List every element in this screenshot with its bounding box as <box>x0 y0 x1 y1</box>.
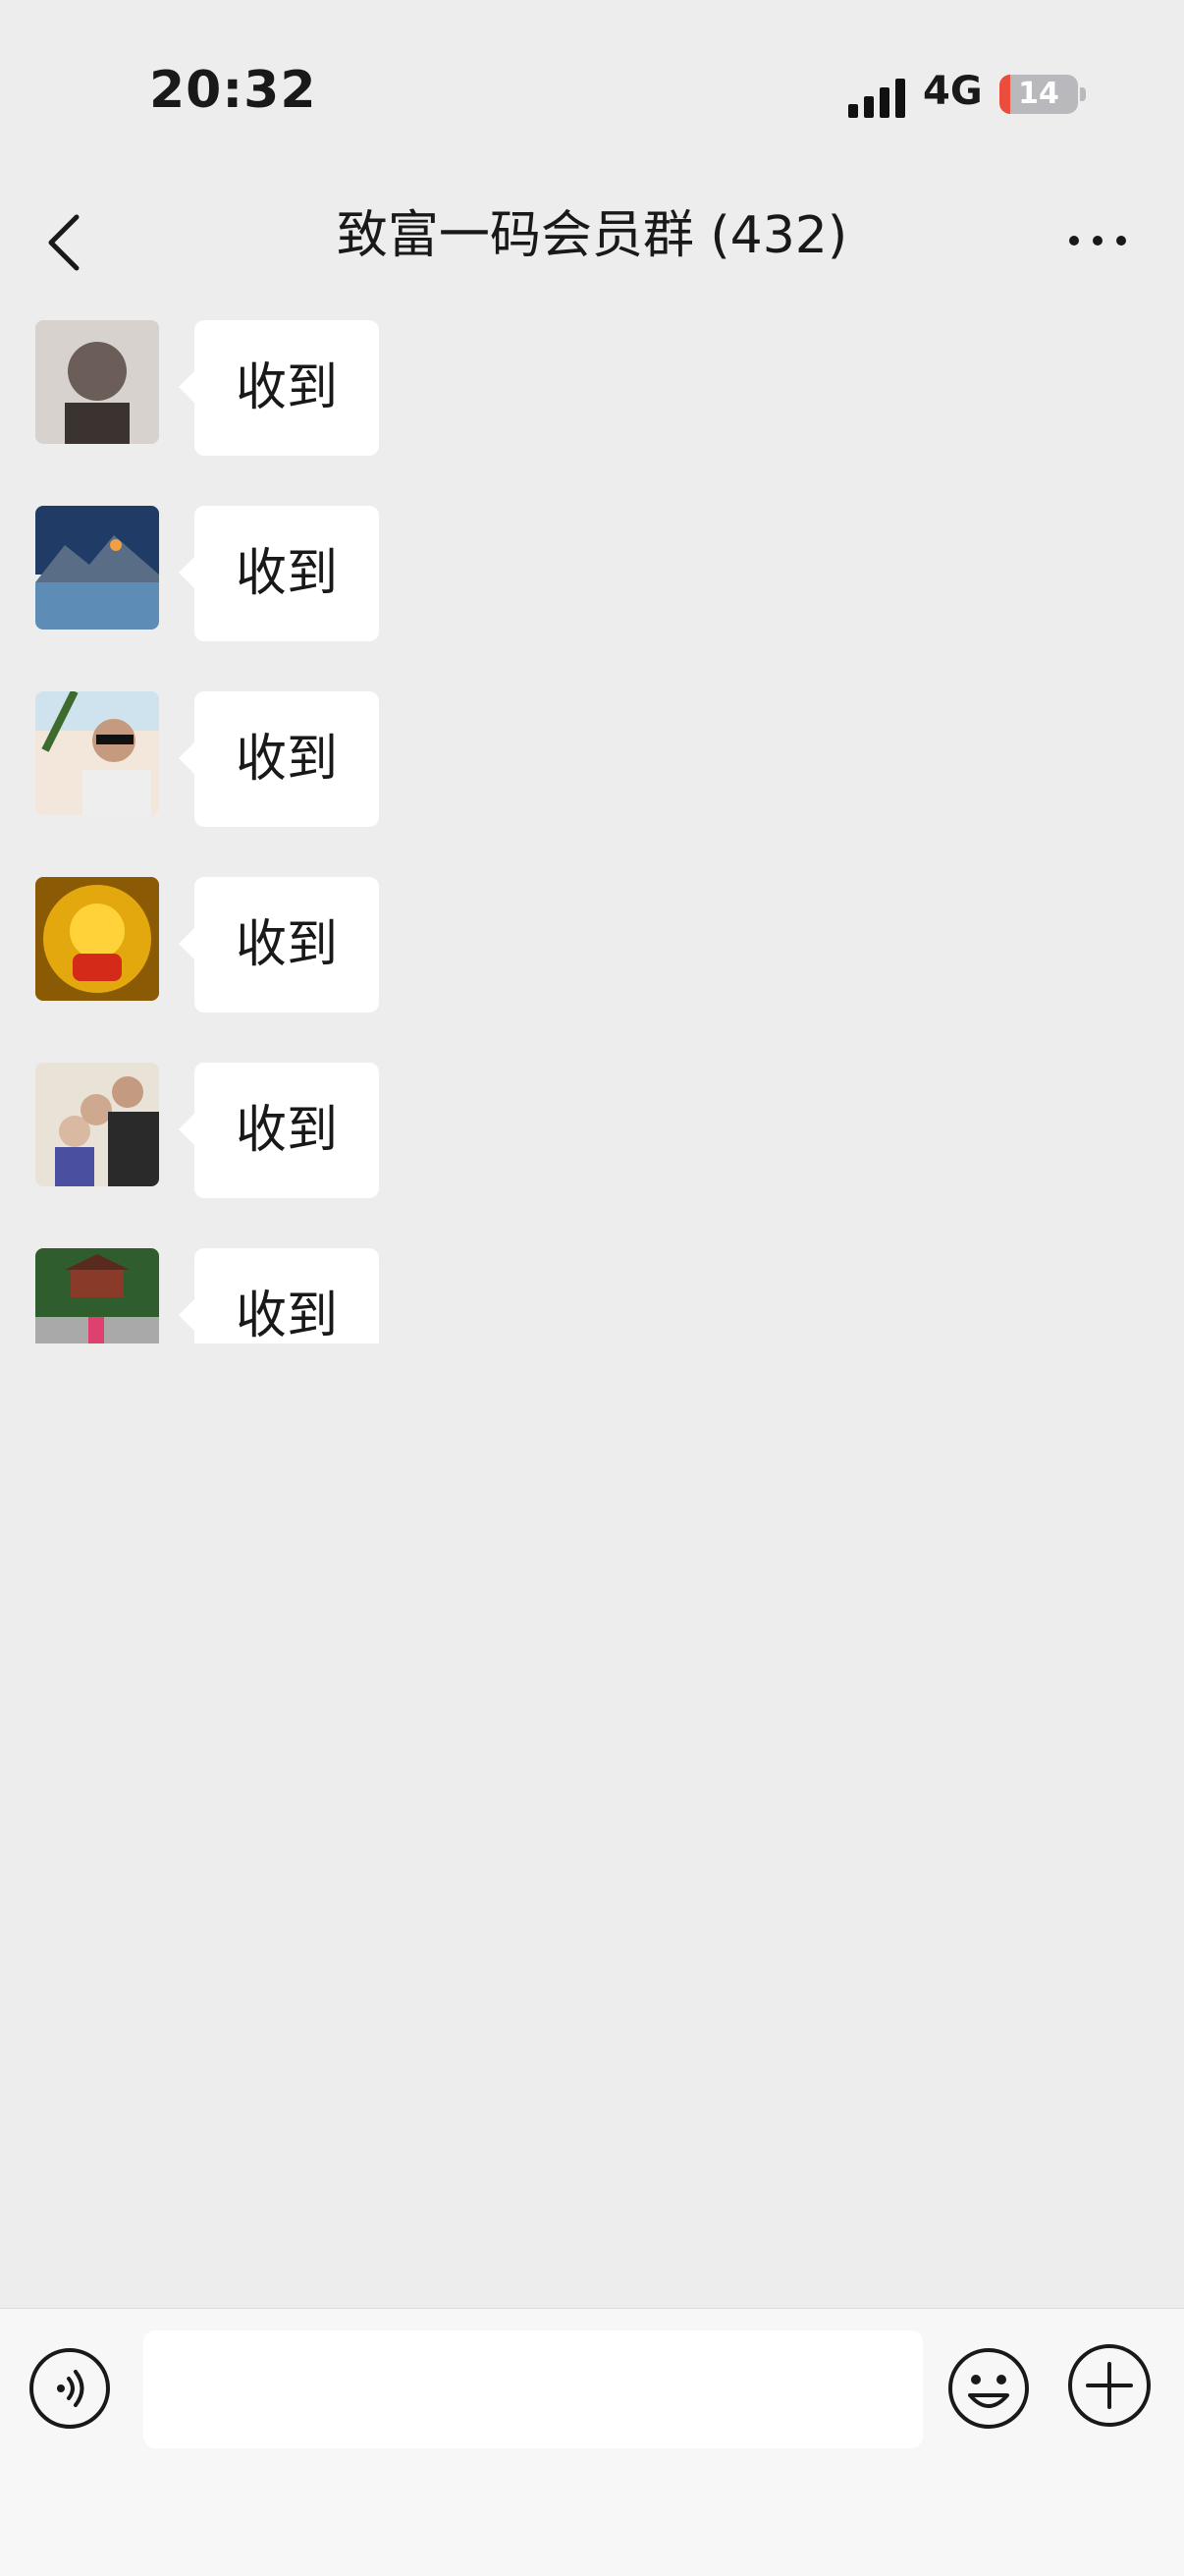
back-button[interactable] <box>35 201 94 280</box>
message-bubble[interactable]: 收到 <box>178 877 380 1013</box>
message-input[interactable] <box>143 2330 923 2448</box>
avatar[interactable] <box>35 506 159 630</box>
more-button[interactable] <box>1060 206 1139 275</box>
message-list[interactable]: 收到 收到 收到 收到 收到 收到 收到 <box>0 304 1184 1343</box>
avatar[interactable] <box>35 320 159 444</box>
more-features-button[interactable] <box>1066 2342 1153 2429</box>
emoji-icon <box>948 2348 1029 2429</box>
message-bubble[interactable]: 收到 <box>178 506 380 641</box>
chevron-left-icon <box>48 214 80 271</box>
voice-icon <box>29 2348 110 2429</box>
more-dots-icon <box>1069 236 1126 246</box>
emoji-button[interactable] <box>946 2346 1031 2431</box>
message-row: 收到 <box>0 1248 1184 1343</box>
message-bubble[interactable]: 收到 <box>178 1248 380 1343</box>
message-row: 收到 <box>0 877 1184 1063</box>
avatar[interactable] <box>35 877 159 1001</box>
message-bubble[interactable]: 收到 <box>178 1063 380 1198</box>
input-bar <box>0 2308 1184 2576</box>
message-row: 收到 <box>0 320 1184 506</box>
avatar[interactable] <box>35 1248 159 1343</box>
header: 20:32 4G 14 致富一码会员群 (432) <box>0 0 1184 304</box>
plus-icon <box>1068 2344 1151 2427</box>
battery-level: 14 <box>1018 77 1059 111</box>
signal-icon <box>848 79 907 118</box>
message-bubble[interactable]: 收到 <box>178 691 380 827</box>
network-type: 4G <box>923 69 983 114</box>
status-time: 20:32 <box>149 61 317 120</box>
voice-button[interactable] <box>27 2346 112 2431</box>
battery-tip <box>1080 87 1086 101</box>
battery-icon: 14 <box>999 75 1078 114</box>
message-row: 收到 <box>0 691 1184 877</box>
message-row: 收到 <box>0 1063 1184 1248</box>
message-bubble[interactable]: 收到 <box>178 320 380 456</box>
avatar[interactable] <box>35 1063 159 1186</box>
chat-title: 致富一码会员群 (432) <box>336 206 848 265</box>
message-row: 收到 <box>0 506 1184 691</box>
avatar[interactable] <box>35 691 159 815</box>
